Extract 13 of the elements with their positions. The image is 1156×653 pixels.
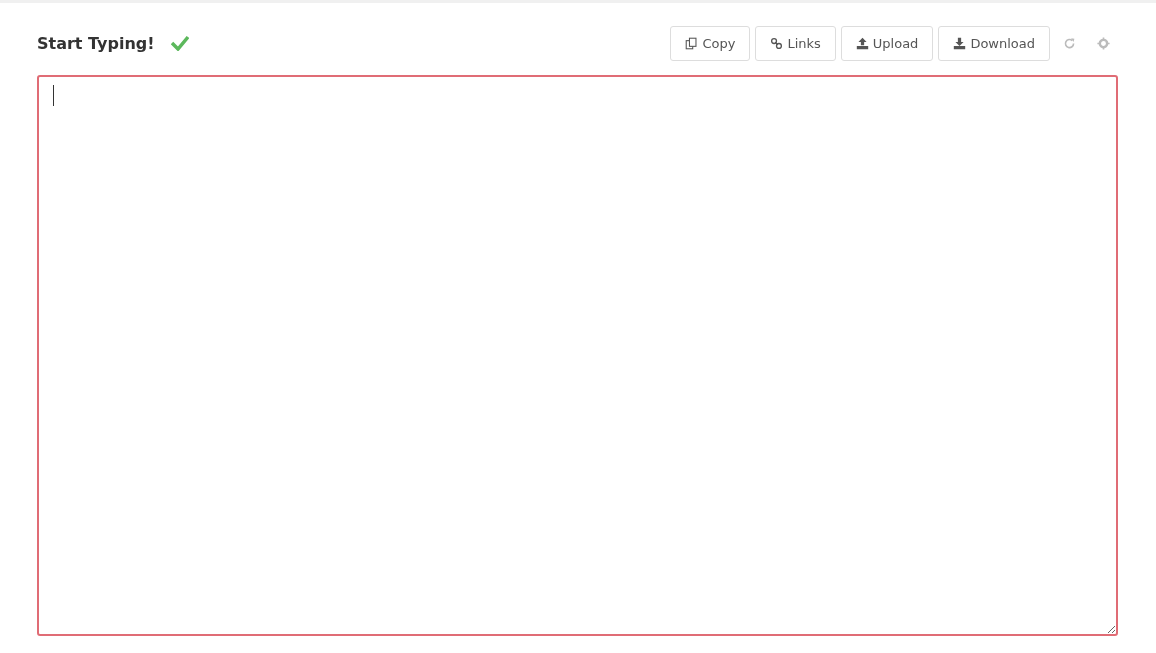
upload-icon: [855, 36, 869, 50]
link-button[interactable]: Links: [755, 25, 836, 61]
download-icon: [953, 36, 967, 50]
settings-icon: [1097, 36, 1110, 50]
text-cursor: [53, 85, 54, 106]
refresh-icon: [1063, 36, 1076, 50]
upload-button[interactable]: Upload: [840, 25, 934, 61]
copy-button[interactable]: Copy: [670, 25, 751, 61]
text-editor[interactable]: [37, 75, 1118, 636]
download-button[interactable]: Download: [938, 25, 1050, 61]
copy-icon: [685, 36, 699, 50]
page-title: Start Typing!: [37, 33, 155, 53]
link-icon: [770, 36, 784, 50]
